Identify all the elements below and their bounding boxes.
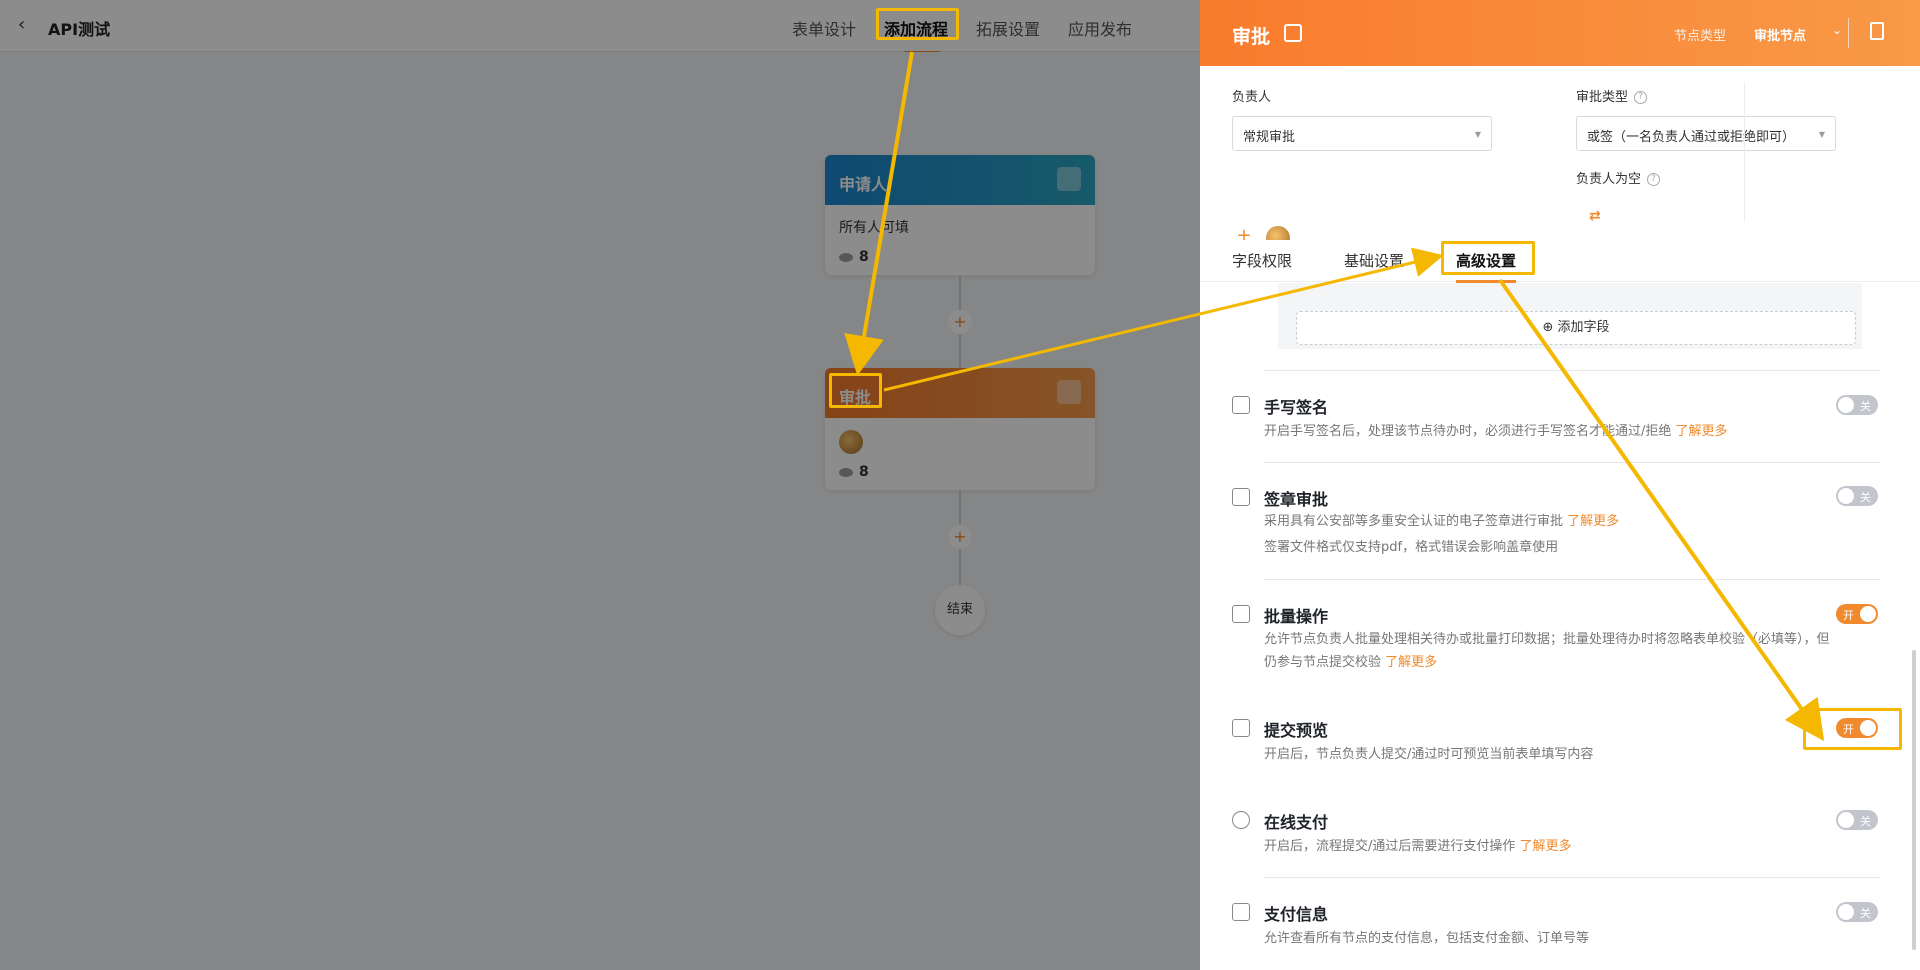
approval-type-select[interactable]: 或签（一名负责人通过或拒绝即可） ▼	[1576, 116, 1836, 151]
learn-more-link[interactable]: 了解更多	[1385, 655, 1437, 670]
setting-batch-operation: 批量操作 允许节点负责人批量处理相关待办或批量打印数据；批量处理待办时将忽略表单…	[1232, 603, 1880, 673]
toggle-knob	[1838, 812, 1854, 828]
column-divider	[1744, 82, 1745, 222]
divider	[1264, 370, 1880, 371]
setting-handwritten-signature: 手写签名 开启手写签名后，处理该节点待办时，必须进行手写签名才能通过/拒绝 了解…	[1232, 394, 1880, 444]
pen-icon	[1232, 396, 1250, 414]
setting-desc: 开启手写签名后，处理该节点待办时，必须进行手写签名才能通过/拒绝 了解更多	[1264, 422, 1884, 442]
setting-desc-text: 开启手写签名后，处理该节点待办时，必须进行手写签名才能通过/拒绝	[1264, 424, 1672, 439]
setting-desc-text: 仍参与节点提交校验	[1264, 655, 1382, 670]
preview-icon	[1232, 719, 1250, 737]
setting-title: 提交预览	[1264, 721, 1329, 740]
learn-more-link[interactable]: 了解更多	[1676, 424, 1728, 439]
setting-title: 支付信息	[1264, 905, 1329, 924]
toggle-label: 关	[1860, 400, 1871, 413]
toggle-label: 开	[1843, 609, 1854, 622]
setting-title: 在线支付	[1264, 813, 1329, 832]
node-type-select[interactable]: 审批节点	[1754, 25, 1806, 44]
owner-select[interactable]: 常规审批 ▼	[1232, 116, 1492, 151]
setting-payment-info: 支付信息 允许查看所有节点的支付信息，包括支付金额、订单号等	[1232, 901, 1880, 951]
highlight-advanced-settings-tab	[1441, 241, 1535, 275]
toggle-label: 关	[1860, 491, 1871, 504]
drawer-title: 审批	[1232, 26, 1271, 48]
subtab-field-permissions[interactable]: 字段权限	[1232, 250, 1292, 271]
setting-desc-line2: 签署文件格式仅支持pdf，格式错误会影响盖章使用	[1264, 540, 1559, 555]
drawer-header: 审批 节点类型 审批节点 ⌄	[1200, 0, 1920, 66]
highlight-submit-preview-toggle	[1803, 708, 1902, 750]
chevron-down-icon[interactable]: ⌄	[1832, 23, 1842, 37]
caret-down-icon: ▼	[1818, 130, 1825, 139]
stamp-icon	[1232, 488, 1250, 506]
setting-desc-text: 开启后，流程提交/通过后需要进行支付操作	[1264, 839, 1516, 854]
divider	[1264, 579, 1880, 580]
settings-subtabs: 字段权限 基础设置 高级设置	[1200, 240, 1920, 283]
add-field-button[interactable]: ⊕ 添加字段	[1296, 311, 1856, 345]
highlight-approval-node-title	[829, 373, 882, 408]
yuan-icon	[1232, 811, 1250, 829]
setting-seal-approval: 签章审批 采用具有公安部等多重安全认证的电子签章进行审批 了解更多 签署文件格式…	[1232, 486, 1880, 566]
modal-overlay[interactable]	[0, 0, 1200, 970]
divider	[1264, 462, 1880, 463]
setting-submit-preview: 提交预览 开启后，节点负责人提交/通过时可预览当前表单填写内容	[1232, 717, 1880, 767]
toggle-handwritten-signature[interactable]: 关	[1836, 395, 1878, 415]
empty-owner-label-wrap: 负责人为空?	[1576, 168, 1661, 187]
toggle-knob	[1860, 606, 1876, 622]
batch-icon	[1232, 605, 1250, 623]
help-icon[interactable]: ?	[1647, 173, 1661, 186]
subtab-basic-settings[interactable]: 基础设置	[1344, 250, 1404, 271]
owner-label: 负责人	[1232, 90, 1272, 105]
approval-type-select-value: 或签（一名负责人通过或拒绝即可）	[1587, 130, 1796, 145]
setting-online-payment: 在线支付 开启后，流程提交/通过后需要进行支付操作 了解更多	[1232, 809, 1880, 859]
learn-more-link[interactable]: 了解更多	[1567, 514, 1619, 529]
approval-type-label-wrap: 审批类型?	[1576, 86, 1648, 105]
toggle-label: 关	[1860, 815, 1871, 828]
divider	[1264, 877, 1880, 878]
learn-more-link[interactable]: 了解更多	[1520, 839, 1572, 854]
toggle-knob	[1838, 488, 1854, 504]
edit-icon[interactable]	[1284, 24, 1302, 42]
empty-owner-label: 负责人为空	[1576, 172, 1642, 187]
drawer-scrollbar[interactable]	[1912, 650, 1916, 950]
caret-down-icon: ▼	[1474, 130, 1481, 139]
setting-desc: 仍参与节点提交校验 了解更多	[1264, 653, 1884, 673]
approval-type-label: 审批类型	[1576, 90, 1629, 105]
setting-title: 签章审批	[1264, 490, 1329, 509]
toggle-payment-info[interactable]: 关	[1836, 902, 1878, 922]
header-divider	[1848, 18, 1849, 48]
node-type-label: 节点类型	[1674, 29, 1727, 44]
toggle-batch-operation[interactable]: 开	[1836, 604, 1878, 624]
highlight-add-flow-tab	[876, 8, 959, 40]
setting-desc-text: 允许查看所有节点的支付信息，包括支付金额、订单号等	[1264, 931, 1590, 946]
toggle-seal-approval[interactable]: 关	[1836, 486, 1878, 506]
setting-desc: 采用具有公安部等多重安全认证的电子签章进行审批 了解更多	[1264, 512, 1884, 532]
setting-desc: 开启后，流程提交/通过后需要进行支付操作 了解更多	[1264, 837, 1884, 857]
toggle-knob	[1838, 904, 1854, 920]
setting-title: 手写签名	[1264, 398, 1329, 417]
owner-select-value: 常规审批	[1243, 130, 1296, 145]
trash-icon[interactable]	[1870, 22, 1884, 40]
swap-icon[interactable]: ⇄	[1589, 208, 1601, 224]
toggle-label: 关	[1860, 907, 1871, 920]
setting-title: 批量操作	[1264, 607, 1329, 626]
setting-desc-text: 开启后，节点负责人提交/通过时可预览当前表单填写内容	[1264, 747, 1594, 762]
setting-desc-line1: 允许节点负责人批量处理相关待办或批量打印数据；批量处理待办时将忽略表单校验（必填…	[1264, 632, 1830, 647]
help-icon[interactable]: ?	[1634, 91, 1648, 104]
toggle-online-payment[interactable]: 关	[1836, 810, 1878, 830]
toggle-knob	[1838, 397, 1854, 413]
setting-desc-text: 采用具有公安部等多重安全认证的电子签章进行审批	[1264, 514, 1564, 529]
wallet-icon	[1232, 903, 1250, 921]
